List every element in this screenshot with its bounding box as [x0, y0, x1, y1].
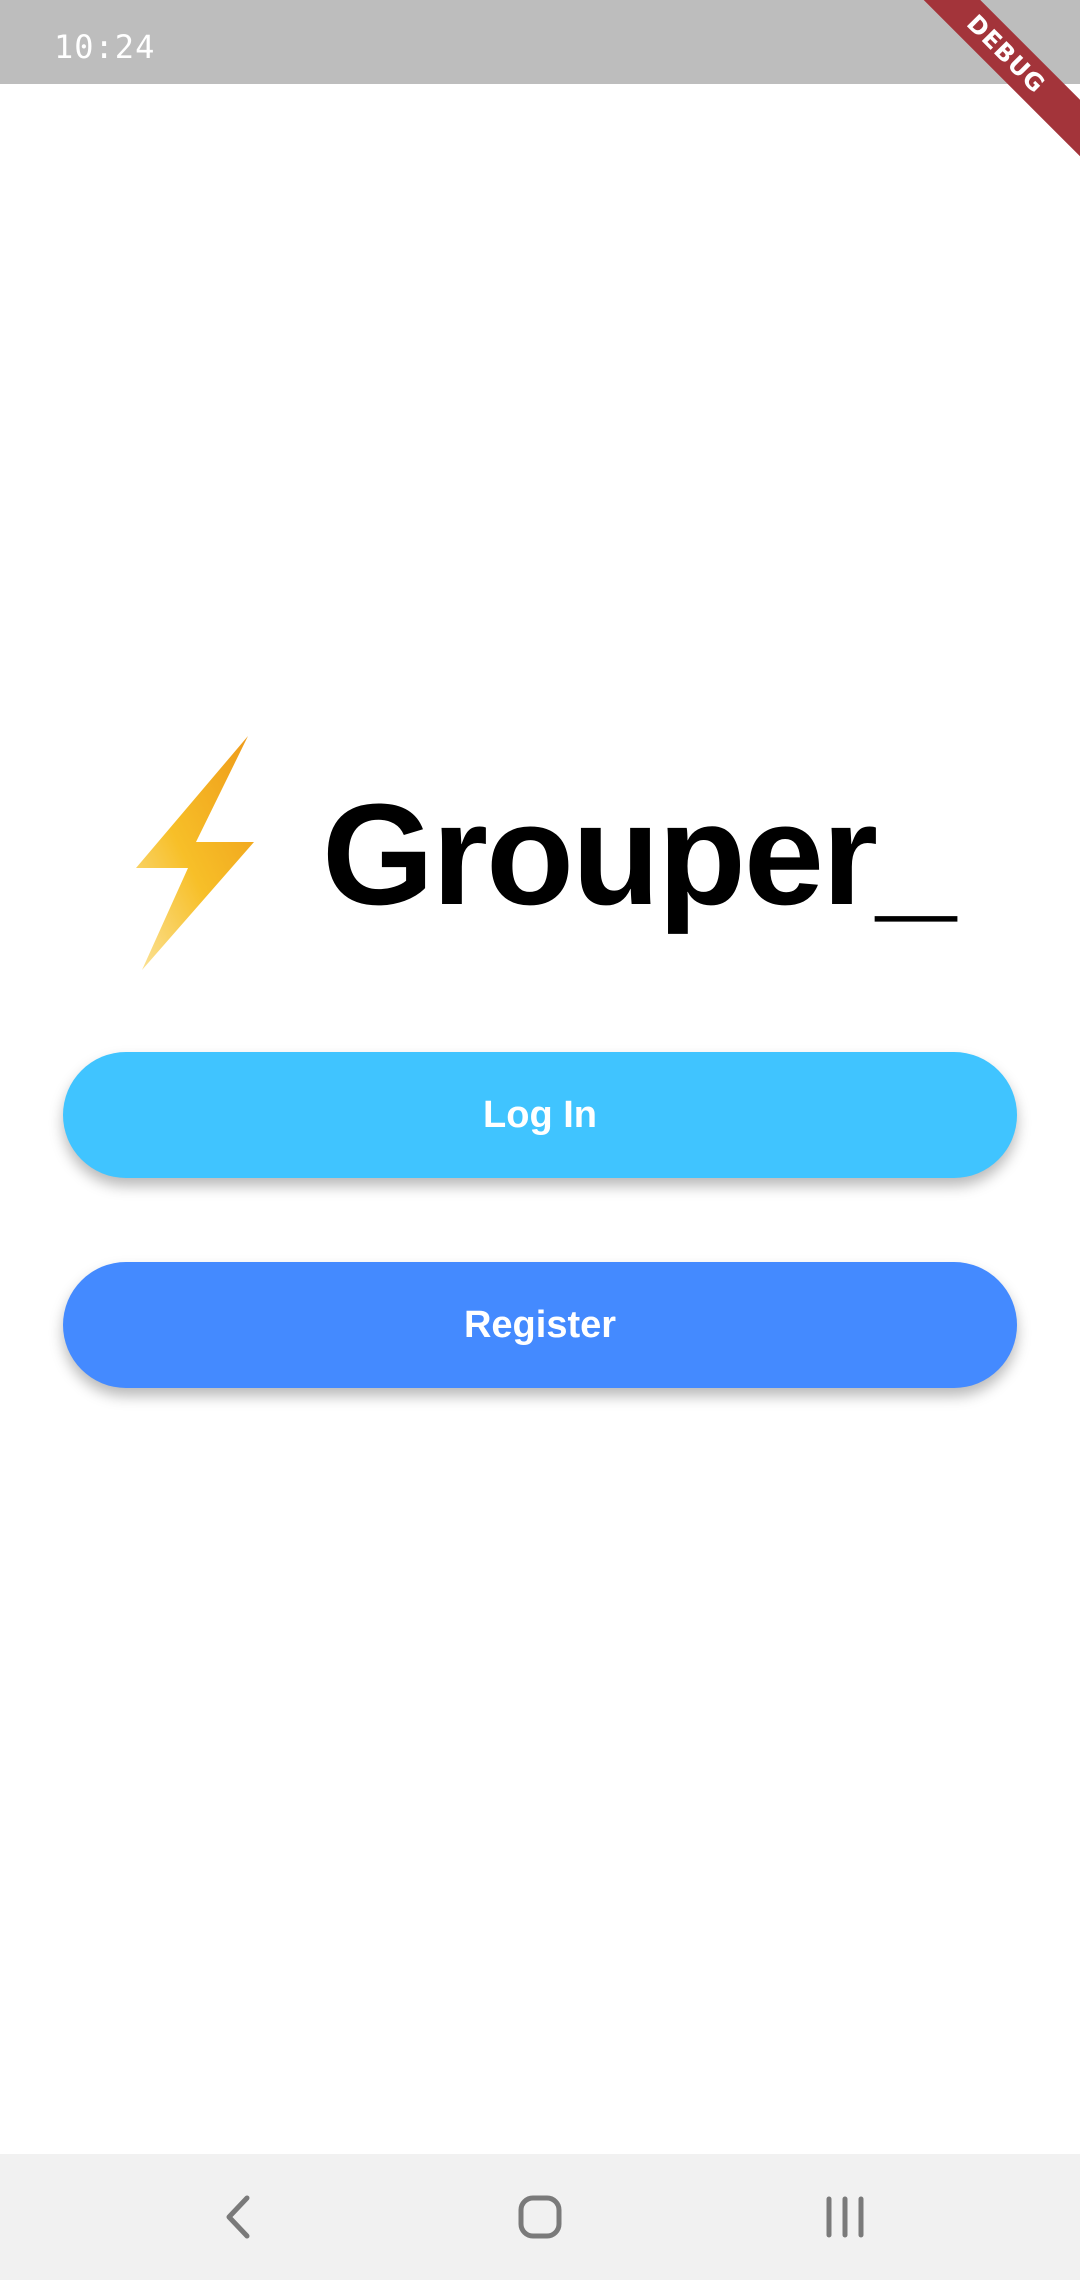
lightning-bolt-icon [136, 736, 254, 970]
navigation-bar [0, 2154, 1080, 2280]
debug-ribbon-label: DEBUG [920, 0, 1080, 160]
home-button[interactable] [495, 2174, 585, 2260]
status-time: 10:24 [54, 28, 156, 66]
back-button[interactable] [194, 2174, 284, 2260]
recents-bars-icon [826, 2196, 864, 2238]
register-button[interactable]: Register [63, 1262, 1017, 1388]
brand-logo: Grouper_ [130, 730, 956, 975]
status-bar: 10:24 [0, 0, 1080, 84]
login-button[interactable]: Log In [63, 1052, 1017, 1178]
home-square-icon [518, 2195, 562, 2239]
back-chevron-icon [226, 2195, 250, 2239]
debug-banner: DEBUG [920, 0, 1080, 160]
welcome-screen: 10:24 DEBUG Grouper_ Log In Register [0, 0, 1080, 2280]
recents-button[interactable] [800, 2174, 890, 2260]
app-title: Grouper_ [322, 774, 956, 935]
